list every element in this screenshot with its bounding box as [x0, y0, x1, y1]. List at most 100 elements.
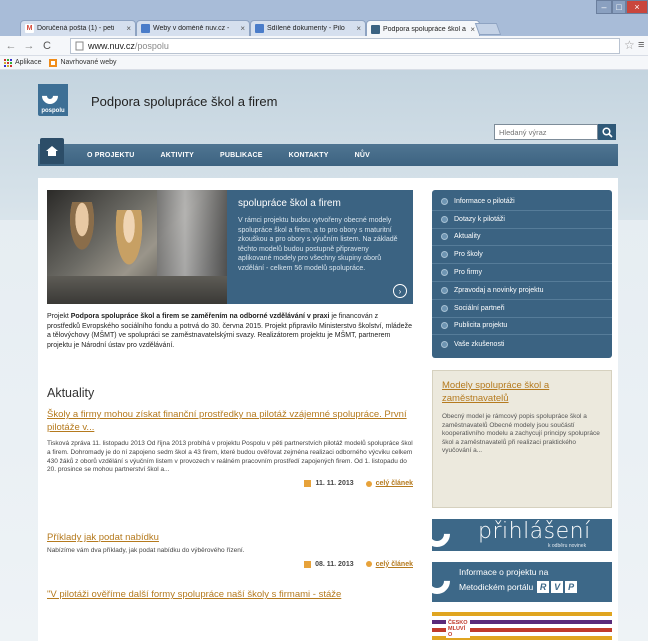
browser-tab-gmail[interactable]: M Doručená pošta (1) - peti ×	[20, 20, 136, 36]
apps-icon	[4, 58, 12, 67]
bullet-icon	[441, 304, 448, 312]
news-title-link[interactable]: "V pilotáži ověříme další formy spoluprá…	[47, 588, 413, 601]
search-button[interactable]	[598, 124, 616, 140]
news-heading: Aktuality	[47, 386, 95, 400]
sites-icon	[255, 24, 264, 33]
read-more-link[interactable]: celý článek	[376, 561, 413, 568]
nav-nuv[interactable]: NŮV	[355, 152, 370, 159]
news-item: Příklady jak podat nabídku Nabízíme vám …	[47, 531, 413, 568]
sidebar-item-pro-firmy[interactable]: Pro firmy	[432, 264, 612, 282]
feature-text: V rámci projektu budou vytvořeny obecné …	[238, 217, 398, 272]
browser-tab-dokumenty[interactable]: Sdílené dokumenty - Pilo ×	[250, 20, 366, 36]
intro-bold: Podpora spolupráce škol a firem se zaměř…	[70, 313, 330, 320]
rvp-line1: Informace o projektu na	[459, 567, 549, 577]
forward-arrow-icon[interactable]: →	[22, 40, 36, 52]
sidebar-item-zkusenosti[interactable]: Vaše zkušenosti	[432, 335, 612, 353]
url-path: /pospolu	[134, 41, 169, 51]
pospolu-mark-icon	[432, 519, 456, 551]
nav-kontakty[interactable]: KONTAKTY	[289, 152, 329, 159]
news-title-link[interactable]: Příklady jak podat nabídku	[47, 531, 413, 544]
sidebar-item-label: Vaše zkušenosti	[454, 340, 505, 348]
news-item: "V pilotáži ověříme další formy spoluprá…	[47, 588, 413, 601]
intro-prefix: Projekt	[47, 313, 71, 320]
news-meta: 08. 11. 2013 celý článek	[47, 560, 413, 568]
bookmark-label: Aplikace	[15, 59, 42, 66]
news-excerpt: Tisková zpráva 11. listopadu 2013 Od říj…	[47, 440, 413, 474]
close-tab-icon[interactable]: ×	[356, 24, 361, 33]
sidebar-item-label: Publicita projektu	[454, 322, 508, 330]
suggested-sites-icon	[49, 58, 58, 67]
site-title: Podpora spolupráce škol a firem	[91, 94, 278, 109]
logo-text: pospolu	[41, 108, 65, 114]
sidebar-item-publicita[interactable]: Publicita projektu	[432, 318, 612, 336]
sidebar-item-socialni-partneri[interactable]: Sociální partneři	[432, 300, 612, 318]
back-arrow-icon[interactable]: ←	[4, 40, 18, 52]
models-title-link[interactable]: Modely spolupráce škol a zaměstnavatelů	[442, 379, 602, 405]
rvp-letter: P	[565, 581, 578, 593]
home-button[interactable]	[40, 138, 64, 164]
pospolu-logo[interactable]: pospolu	[38, 84, 68, 116]
browser-tab-bar: M Doručená pošta (1) - peti × Weby v dom…	[0, 0, 648, 37]
project-intro: Projekt Podpora spolupráce škol a firem …	[47, 312, 413, 350]
sidebar-item-label: Dotazy k pilotáži	[454, 215, 505, 223]
rvp-portal-banner[interactable]: Informace o projektu na Metodickém portá…	[432, 562, 612, 602]
chevron-right-icon[interactable]: ›	[393, 284, 407, 298]
news-date: 11. 11. 2013	[315, 480, 354, 488]
tab-label: Sdílené dokumenty - Pilo	[267, 25, 345, 32]
sidebar-item-informace[interactable]: Informace o pilotáži	[432, 193, 612, 211]
nav-aktivity[interactable]: AKTIVITY	[161, 152, 195, 159]
browser-toolbar: ← → C www.nuv.cz/pospolu ☆ ≡	[0, 36, 648, 56]
cesko-mluvi-banner[interactable]: ČESKO MLUVÍ O	[432, 610, 612, 641]
search-icon	[601, 126, 613, 138]
content-area: spolupráce škol a firem V rámci projektu…	[38, 178, 618, 641]
new-tab-button[interactable]	[474, 23, 502, 35]
address-bar[interactable]: www.nuv.cz/pospolu	[70, 38, 620, 54]
main-navigation: O PROJEKTU AKTIVITY PUBLIKACE KONTAKTY N…	[38, 138, 618, 166]
news-date: 08. 11. 2013	[315, 560, 354, 568]
browser-tab-pospolu[interactable]: Podpora spolupráce škol a ×	[366, 20, 480, 37]
feature-banner[interactable]: spolupráce škol a firem V rámci projektu…	[47, 190, 413, 304]
sidebar-item-zpravodaj[interactable]: Zpravodaj a novinky projektu	[432, 282, 612, 300]
home-icon	[46, 146, 58, 156]
reload-icon[interactable]: C	[40, 40, 54, 52]
sidebar-item-label: Pro firmy	[454, 269, 482, 277]
models-text: Obecný model je rámcový popis spolupráce…	[442, 413, 600, 455]
menu-icon[interactable]: ≡	[638, 39, 644, 51]
gmail-icon: M	[25, 24, 34, 33]
nav-o-projektu[interactable]: O PROJEKTU	[87, 152, 135, 159]
login-subtitle: k odběru novinek	[548, 543, 587, 549]
logo-mark	[38, 84, 62, 108]
calendar-icon	[304, 560, 312, 568]
feature-photo	[47, 190, 227, 304]
bullet-icon	[441, 340, 448, 348]
sites-icon	[141, 24, 150, 33]
browser-tab-weby[interactable]: Weby v doméně nuv.cz - ×	[136, 20, 250, 36]
sidebar-item-aktuality[interactable]: Aktuality	[432, 229, 612, 247]
bullet-icon	[441, 233, 448, 241]
bookmark-apps[interactable]: Aplikace	[4, 58, 42, 67]
sidebar-item-dotazy[interactable]: Dotazy k pilotáži	[432, 211, 612, 229]
sidebar-menu: Informace o pilotáži Dotazy k pilotáži A…	[432, 190, 612, 358]
bullet-icon	[441, 322, 448, 330]
maximize-icon[interactable]: □	[612, 0, 626, 14]
pospolu-mark-icon	[432, 562, 456, 600]
bullet-icon	[441, 197, 448, 205]
minimize-icon[interactable]: –	[596, 0, 612, 14]
news-title-link[interactable]: Školy a firmy mohou získat finanční pros…	[47, 408, 413, 434]
close-tab-icon[interactable]: ×	[240, 24, 245, 33]
sidebar-item-pro-skoly[interactable]: Pro školy	[432, 246, 612, 265]
close-tab-icon[interactable]: ×	[470, 25, 475, 34]
rvp-letter: V	[551, 581, 564, 593]
banner-stripe	[432, 612, 612, 616]
bookmark-suggested[interactable]: Navrhované weby	[49, 58, 117, 67]
search-input[interactable]	[494, 124, 598, 140]
close-window-icon[interactable]: ×	[626, 0, 648, 14]
feature-title: spolupráce škol a firem	[238, 198, 341, 209]
bookmark-star-icon[interactable]: ☆	[624, 38, 635, 52]
read-more-link[interactable]: celý článek	[376, 480, 413, 487]
url-host: www.nuv.cz	[88, 41, 135, 51]
close-tab-icon[interactable]: ×	[126, 24, 131, 33]
nav-publikace[interactable]: PUBLIKACE	[220, 152, 263, 159]
newsletter-login-banner[interactable]: přihlášení k odběru novinek	[432, 519, 612, 551]
sidebar-item-label: Informace o pilotáži	[454, 197, 515, 205]
